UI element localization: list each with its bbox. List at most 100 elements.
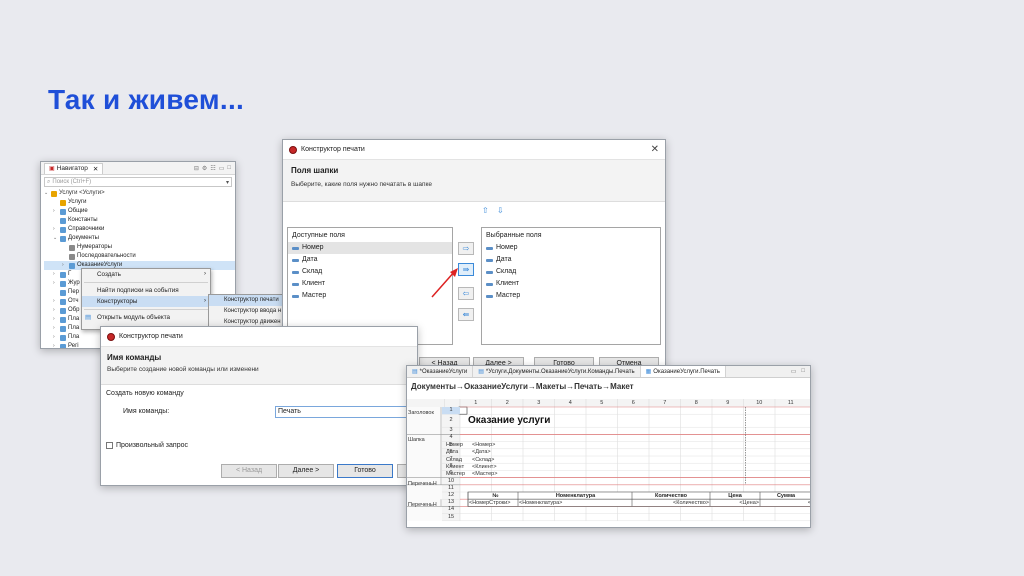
next-button[interactable]: Далее > [278,464,334,478]
maximize-icon[interactable]: □ [227,165,231,172]
field-label: Дата [496,256,512,263]
dropdown-icon[interactable]: ▾ [226,179,231,186]
area-label: ПереченьН [408,502,437,509]
expand-icon[interactable]: › [53,207,58,216]
tree-item-label: Услуги <Услуги> [59,190,105,196]
expand-icon[interactable]: › [53,270,58,279]
expand-icon[interactable]: › [53,315,58,324]
tab-layout[interactable]: ▦ ОказаниеУслуги.Печать [640,366,726,377]
tree-item-label: Услуги [68,199,87,205]
tree-item-label: Последовательности [77,253,136,259]
minimize-icon[interactable]: ▭ [219,165,225,172]
dialog-header-section: Поля шапки Выберите, какие поля нужно пе… [283,160,665,202]
tree-node-icon [69,262,75,269]
grid-rect [458,406,468,415]
move-up-icon[interactable]: ⇧ [482,206,489,215]
expand-icon[interactable]: › [53,225,58,234]
filter-icon[interactable]: ⚙ [202,165,207,172]
tree-item[interactable]: › Общие [44,207,235,216]
field-item[interactable]: Дата [482,254,660,266]
checkbox-box[interactable] [106,442,113,449]
layout-icon: ▦ [645,369,652,375]
column-header: 11 [787,400,794,406]
table-param-cell: <Количество> [673,499,709,506]
expand-icon[interactable]: › [53,324,58,333]
navigator-tab[interactable]: ▣ Навигатор ✕ [44,162,104,174]
tree-node-icon [60,325,66,332]
expand-icon[interactable]: › [53,342,58,348]
constructors-submenu: Конструктор печати Конструктор ввода н К… [208,294,288,330]
field-item[interactable]: Склад [482,266,660,278]
search-placeholder: Поиск (Ctrl+F) [52,179,92,185]
field-item[interactable]: Номер [288,242,452,254]
field-icon [486,270,493,274]
expand-icon[interactable]: › [53,297,58,306]
app-logo-icon [289,145,297,154]
tree-item-label: Общие [68,208,88,214]
context-menu: Создать › Найти подписки на события Конст… [81,268,211,330]
expand-icon[interactable]: › [53,306,58,315]
tree-item[interactable]: Константы [44,216,235,225]
collapse-icon[interactable]: ⊟ [194,165,199,172]
custom-query-checkbox[interactable]: Произвольный запрос [106,442,188,449]
selected-fields-list[interactable]: Выбранные поля Номер Дата Склад Клиент Масте… [481,227,661,345]
row-header: 12 [447,492,455,498]
tree-item[interactable]: ⌄ Услуги <Услуги> [44,189,235,198]
field-label: Мастер [496,292,521,299]
window-controls: ▭ □ [786,366,810,377]
expand-icon[interactable]: › [53,279,58,288]
tree-item[interactable]: › Справочники [44,225,235,234]
field-item[interactable]: Склад [288,266,452,278]
tree-node-icon [60,316,66,323]
tree-item[interactable]: Последовательности [44,252,235,261]
area-label: ПереченьН [408,480,437,487]
add-field-button[interactable]: ⇨ [458,242,474,255]
search-input[interactable]: ⌕ Поиск (Ctrl+F) ▾ [44,177,232,187]
section-title: Поля шапки [291,166,339,175]
navigator-toolbar: ⊟ ⚙ ☷ ▭ □ [194,165,235,172]
column-header: 1 [474,400,478,406]
menu-item-create[interactable]: Создать › [82,269,210,280]
field-item[interactable]: Мастер [288,290,452,302]
field-item[interactable]: Клиент [288,278,452,290]
remove-all-fields-button[interactable]: ⇚ [458,308,474,321]
field-item[interactable]: Дата [288,254,452,266]
done-button[interactable]: Готово [337,464,393,478]
spreadsheet-grid[interactable]: 1 2 3 4 5 6 7 8 9 10 11 1 2 3 4 5 6 7 8 9 10 11 12 13 14 15 Заголо… [407,399,810,527]
column-header: 9 [726,400,730,406]
tree-item[interactable]: ⌄ Документы [44,234,235,243]
menu-item-constructors[interactable]: Конструкторы › [82,296,210,307]
tab-document[interactable]: ▤ *ОказаниеУслуги [407,366,474,377]
dialog-titlebar: Конструктор печати ✕ [283,140,665,160]
command-name-input[interactable]: Печать [275,406,417,418]
back-button[interactable]: < Назад [221,464,277,478]
field-icon [486,282,493,286]
tree-node-icon [60,334,66,341]
field-item[interactable]: Номер [482,242,660,254]
expanded-icon[interactable]: ⌄ [44,189,49,198]
tree-node-icon [60,208,66,215]
field-item[interactable]: Клиент [482,278,660,290]
minimize-icon[interactable]: ▭ [791,368,797,375]
expanded-icon[interactable]: ⌄ [53,234,58,243]
tree-item[interactable]: Нумераторы [44,243,235,252]
move-down-icon[interactable]: ⇩ [497,206,504,215]
submenu-item-input-constructor[interactable]: Конструктор ввода н [209,306,287,317]
column-header: 5 [600,400,604,406]
row-header: 1 [449,407,453,413]
tab-command-module[interactable]: ▤ *Услуги.Документы.ОказаниеУслуги.Команд… [473,366,641,377]
tree-item[interactable]: Услуги [44,198,235,207]
command-name-dialog: Конструктор печати Имя команды Выберите … [100,326,418,486]
maximize-icon[interactable]: □ [801,368,805,375]
menu-item-open-object-module[interactable]: ▤ Открыть модуль объекта [82,312,210,323]
submenu-item-print-constructor[interactable]: Конструктор печати [209,295,287,306]
field-item[interactable]: Мастер [482,290,660,302]
create-new-command-label: Создать новую команду [106,390,184,397]
menu-item-find-subscriptions[interactable]: Найти подписки на события [82,285,210,296]
expand-icon[interactable]: › [62,261,67,270]
expand-icon[interactable]: › [53,333,58,342]
module-icon: ▤ [478,369,484,375]
close-icon[interactable]: ✕ [93,165,98,173]
close-icon[interactable]: ✕ [651,144,659,155]
sort-icon[interactable]: ☷ [210,165,215,172]
